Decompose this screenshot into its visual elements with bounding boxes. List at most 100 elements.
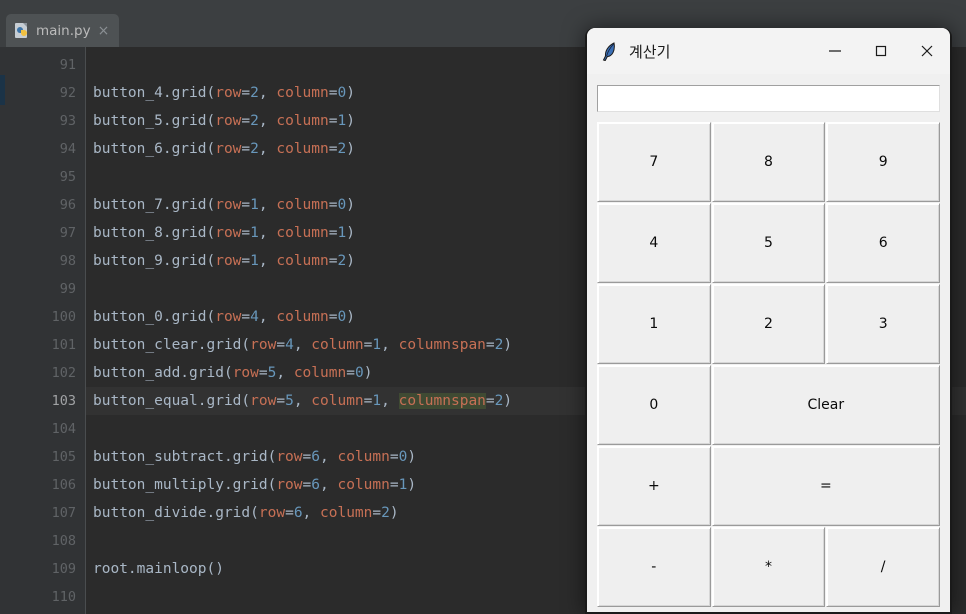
code-token: ) [389,505,399,521]
button-6[interactable]: 6 [826,203,940,283]
line-number: 92 [59,85,76,101]
code-token: column [276,113,329,129]
code-token: column [311,393,364,409]
code-token: = [241,113,251,129]
line-number: 101 [51,337,76,353]
code-token: , [320,449,338,465]
code-token: 1 [250,197,259,213]
button-4[interactable]: 4 [597,203,711,283]
button-equal[interactable]: = [711,446,940,526]
line-number: 99 [59,281,76,297]
code-token: = [485,337,495,353]
code-token: = [302,449,312,465]
code-token: root.mainloop() [93,561,224,577]
button-label: + [647,478,660,494]
button-add[interactable]: + [597,446,711,526]
code-token: = [241,85,251,101]
button-2[interactable]: 2 [711,284,826,364]
button-label: = [819,478,832,494]
code-token: ) [346,85,355,101]
button-8[interactable]: 8 [711,122,826,202]
code-token: , [381,337,399,353]
code-token: 0 [354,365,364,381]
code-token: column [276,141,329,157]
editor-tab-main-py[interactable]: main.py × [6,14,119,47]
code-token: button_4.grid( [93,85,216,101]
code-token: 1 [372,393,382,409]
button-7[interactable]: 7 [597,122,711,202]
code-token: column [311,337,364,353]
button-label: * [764,559,772,575]
line-number: 93 [59,113,76,129]
button-label: 1 [649,316,659,332]
code-token: 4 [285,337,294,353]
button-9[interactable]: 9 [826,122,940,202]
button-label: 5 [764,235,773,251]
line-number: 103 [51,393,76,409]
code-token: 1 [337,113,347,129]
code-token: = [389,477,399,493]
button-divide[interactable]: / [826,527,940,607]
code-token: ) [503,393,513,409]
button-label: 8 [764,154,773,170]
button-label: - [651,559,657,575]
code-token: row [258,505,286,521]
code-token: , [276,365,294,381]
code-token: button_equal.grid( [93,393,251,409]
calculator-window[interactable]: 계산기 7 8 9 4 5 6 1 2 3 0 Clear + = - * / [585,28,952,614]
minimize-button[interactable] [812,28,858,74]
button-label: 9 [878,154,888,170]
code-token: , [258,85,277,101]
code-token: , [381,393,399,409]
maximize-button[interactable] [858,28,904,74]
code-token: row [215,85,242,101]
code-token: column [320,505,373,521]
line-number: 108 [51,533,76,549]
code-token: 2 [337,253,347,269]
code-token: = [241,253,251,269]
button-subtract[interactable]: - [597,527,711,607]
editor-gutter[interactable]: 91 92 93 94 95 96 97 98 99 100 101 102 103 104 105 106 1… [5,47,85,614]
code-token: button_7.grid( [93,197,216,213]
button-label: 6 [878,235,888,251]
code-token: 2 [381,505,390,521]
button-clear[interactable]: Clear [711,365,940,445]
code-token: row [232,365,259,381]
code-token: button_8.grid( [93,225,216,241]
button-3[interactable]: 3 [826,284,940,364]
code-token: = [302,477,312,493]
code-token: = [241,225,251,241]
code-token: , [258,225,277,241]
button-label: / [880,559,886,575]
code-token: ) [346,113,355,129]
code-token: , [320,477,338,493]
close-button[interactable] [904,28,950,74]
line-number: 105 [51,449,76,465]
code-token: button_multiply.grid( [93,477,277,493]
calculator-title: 계산기 [629,42,671,61]
code-token: columnspan [398,393,486,409]
code-token: 1 [337,225,347,241]
editor-tab-label: main.py [36,22,91,39]
code-token: = [389,449,399,465]
button-label: 0 [649,397,659,413]
code-token: column [276,225,329,241]
calculator-display-input[interactable] [597,85,940,112]
button-label: 2 [764,316,773,332]
calculator-title-bar[interactable]: 계산기 [587,28,950,74]
code-token: , [293,393,312,409]
button-0[interactable]: 0 [597,365,711,445]
close-icon[interactable]: × [98,24,110,38]
code-token: 6 [311,477,320,493]
line-number: 91 [59,57,76,73]
calculator-keypad: 7 8 9 4 5 6 1 2 3 0 Clear + = - * / [597,122,940,607]
code-token: row [276,449,303,465]
button-1[interactable]: 1 [597,284,711,364]
code-token: = [276,393,286,409]
window-controls [812,28,950,74]
code-token: ) [346,225,355,241]
code-token: row [276,477,303,493]
button-5[interactable]: 5 [711,203,826,283]
code-token: row [215,225,242,241]
button-multiply[interactable]: * [711,527,826,607]
